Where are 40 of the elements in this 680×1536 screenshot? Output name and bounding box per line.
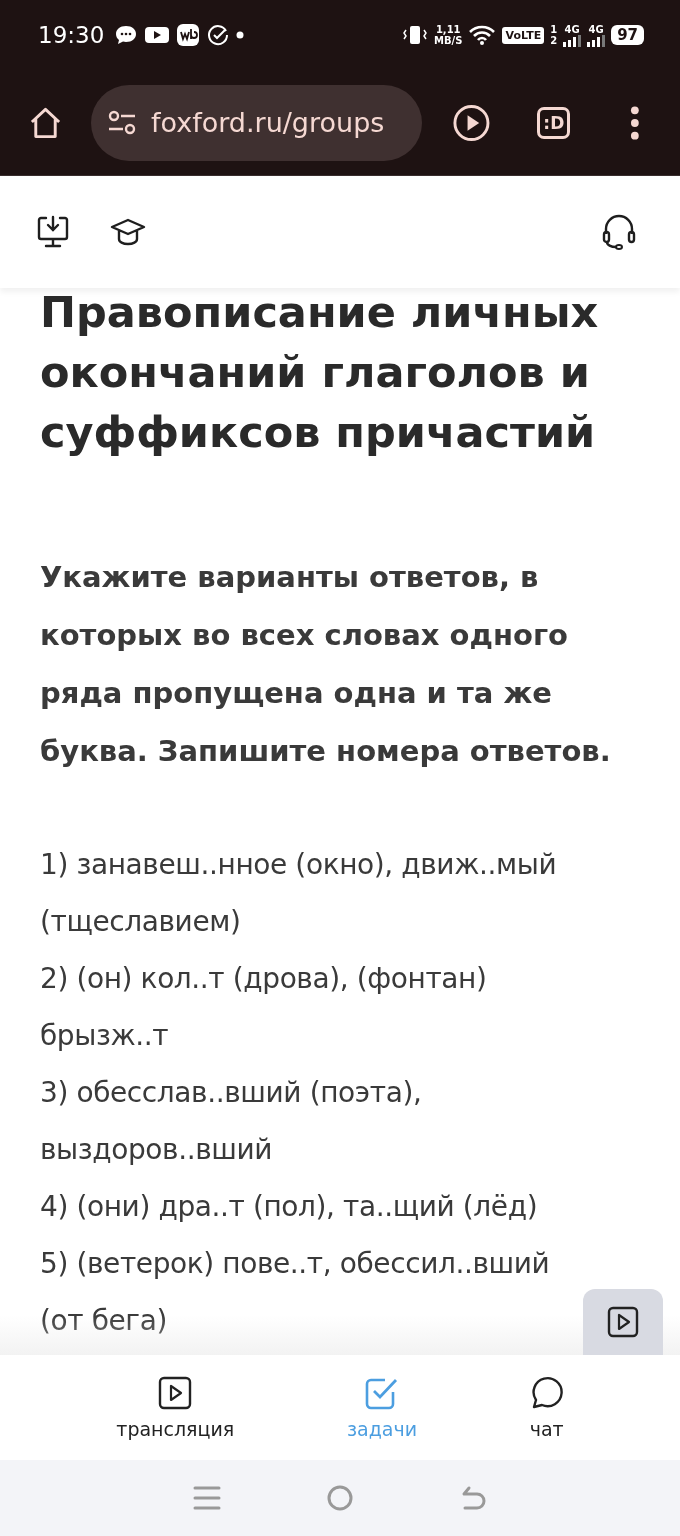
task-title: Правописание личных окончаний глаголов и суффиксов причастий	[40, 288, 600, 459]
app-icon	[176, 23, 201, 47]
tabs-button[interactable]: :D	[537, 106, 571, 139]
monitor-download-icon[interactable]	[36, 215, 70, 249]
chat-bubble-icon	[114, 24, 139, 46]
network-type: 4G	[564, 23, 580, 35]
wifi-icon	[468, 24, 497, 46]
vibrate-icon	[402, 24, 429, 46]
play-square-icon	[158, 1375, 193, 1410]
play-icon	[144, 25, 171, 45]
answer-option: 1) занавеш..нное (окно), движ..мый (тщеславием)	[40, 836, 578, 950]
headset-icon[interactable]	[602, 214, 636, 250]
answer-option: 4) (они) дра..т (пол), та..щий (лёд)	[40, 1178, 578, 1235]
chat-bubble-icon	[529, 1375, 564, 1410]
dot-icon	[236, 31, 245, 39]
speed-value: 1,11	[435, 24, 461, 35]
answer-option: 3) обесслав..вший (поэта), выздоров..вший	[40, 1064, 578, 1178]
play-icon[interactable]	[452, 102, 492, 143]
address-bar[interactable]: foxford.ru/groups	[91, 84, 423, 161]
home-circle-icon[interactable]	[326, 1484, 354, 1512]
site-settings-icon[interactable]	[107, 109, 137, 136]
graduation-cap-icon[interactable]	[110, 217, 146, 247]
menu-icon[interactable]	[630, 104, 640, 141]
speed-unit: MB/S	[434, 35, 463, 46]
video-button[interactable]	[583, 1289, 663, 1355]
signal-icon	[587, 34, 606, 47]
sim-number: 1	[550, 24, 558, 35]
sim-number: 2	[550, 35, 558, 46]
nav-tab[interactable]: чат	[523, 1374, 570, 1441]
answer-option: 2) (он) кол..т (дрова), (фонтан) брызж..т	[40, 950, 578, 1064]
network-type: 4G	[588, 23, 604, 35]
play-square-icon	[607, 1306, 639, 1338]
answer-option: 5) (ветерок) пове..т, обессил..вший (от бега)	[40, 1235, 578, 1349]
task-question: Укажите варианты ответов, в которых во всех словах одного ряда пропущена одна и та же буква. Запишите номера ответов.	[40, 559, 612, 770]
nav-tab[interactable]: трансляция	[110, 1374, 241, 1441]
check-circle-icon	[206, 23, 231, 47]
volte-badge: VoLTE	[502, 26, 545, 44]
battery-level: 97	[611, 25, 644, 45]
signal-icon	[563, 34, 582, 47]
clock: 19:30	[38, 22, 105, 48]
